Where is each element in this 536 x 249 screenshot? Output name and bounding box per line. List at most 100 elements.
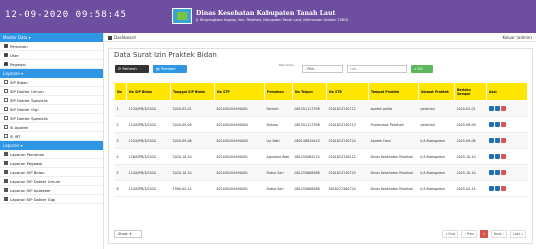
cell: 126/SIPB/3/2020 [126, 148, 171, 165]
col-header-no[interactable]: No [114, 82, 127, 101]
cell: 1990-04-14 [170, 180, 215, 197]
document-icon [4, 125, 8, 129]
delete-icon[interactable] [500, 106, 506, 111]
print-icon[interactable] [488, 122, 494, 127]
sidebar-item-label: Laporan SIP Bidan [10, 169, 45, 175]
sidebar-item-laporan-sip-dokter-gigi[interactable]: Laporan SIP Dokter Gigi [0, 195, 103, 204]
cell: 2020-03-01 [454, 100, 487, 117]
cell: 2020-10-10 [170, 164, 215, 181]
organization-logo-icon [172, 8, 192, 24]
sidebar-item-label: Laporan SIP Dokter Gigi [10, 196, 56, 202]
col-header-no-str[interactable]: No STR [326, 82, 369, 101]
pagination-prev[interactable]: ‹ Prev [461, 230, 477, 238]
search-input[interactable]: cari ... [347, 65, 407, 73]
logout-link[interactable]: Keluar (admin) [502, 34, 532, 41]
table-header-row: No No SIP Bidan Tanggal SIP Bidan No STP… [114, 82, 528, 101]
pagination-last[interactable]: Last » [510, 230, 526, 238]
print-icon[interactable] [488, 138, 494, 143]
sidebar-item-label: Laporan Pegawai [10, 160, 43, 166]
sidebar-item-label: SI Apotek [10, 124, 29, 130]
sidebar-item-label: Pemohon [10, 43, 28, 49]
sidebar: Master Data ▾ Pemohon User Pegawai Layan… [0, 33, 104, 249]
print-icon [4, 179, 8, 183]
cell: Faridah [264, 100, 293, 117]
col-header-pemohon[interactable]: Pemohon [264, 82, 293, 101]
refresh-button[interactable]: ⟳ Refresh [115, 65, 149, 73]
add-button[interactable]: ▤ Tambah [153, 65, 187, 73]
print-icon [4, 197, 8, 201]
cell: 4 [114, 148, 127, 165]
delete-icon[interactable] [500, 186, 506, 191]
document-icon [4, 98, 8, 102]
search-field-select[interactable]: - Pilih - [302, 65, 343, 73]
row-actions [486, 164, 528, 181]
print-icon [4, 170, 8, 174]
delete-icon[interactable] [500, 122, 506, 127]
cell: 621030204990005 [214, 132, 265, 149]
cell: Lia Wati [264, 132, 293, 149]
document-icon [4, 89, 8, 93]
col-header-tanggal-sip[interactable]: Tanggal SIP Bidan [170, 82, 215, 101]
print-icon[interactable] [488, 154, 494, 159]
edit-icon[interactable] [494, 106, 500, 111]
search-ok-button[interactable]: ⌕ OK [411, 65, 433, 73]
sidebar-item-si-irt[interactable]: SI IRT [0, 132, 103, 141]
pagination-current[interactable]: 1 [479, 230, 489, 238]
cell: 621030204990001 [214, 148, 265, 165]
cell: 5201823746112 [326, 148, 369, 165]
cell: pelaihari [418, 100, 455, 117]
breadcrumb: Dashboard Keluar (admin) [105, 33, 536, 42]
users-icon [4, 53, 8, 57]
sidebar-item-pegawai[interactable]: Pegawai [0, 60, 103, 69]
page-title: Data Surat Izin Praktek Bidan [114, 51, 217, 59]
cell: 124/SIPB/3/2020 [126, 164, 171, 181]
cell: Jl.A.Biwagalam [418, 164, 455, 181]
col-header-no-stp[interactable]: No STP [214, 82, 265, 101]
cell: Dinas Kesehatan Pelaihari [368, 164, 419, 181]
edit-icon[interactable] [494, 154, 500, 159]
sidebar-item-label: Laporan SIP Dokter Umum [10, 178, 61, 184]
edit-icon[interactable] [494, 138, 500, 143]
cell: 081351117398 [292, 116, 327, 133]
delete-icon[interactable] [500, 154, 506, 159]
cell: Jl.A.Biwagalam [418, 132, 455, 149]
row-actions [486, 148, 528, 165]
cell: 1 [114, 100, 127, 117]
cell: 123/SIPB/3/2020 [126, 100, 171, 117]
cell: 5201823740725 [326, 164, 369, 181]
col-header-berlaku-sampai[interactable]: Berlaku Sampai [454, 82, 487, 101]
col-header-alamat-praktek[interactable]: Alamat Praktek [418, 82, 455, 101]
pagination-next[interactable]: Next › [491, 230, 508, 238]
page-size-select[interactable]: -Show- ▾ [114, 230, 142, 238]
edit-icon[interactable] [494, 170, 500, 175]
document-icon [4, 116, 8, 120]
print-icon[interactable] [488, 170, 494, 175]
cell: 2020-09-08 [170, 132, 215, 149]
breadcrumb-dashboard[interactable]: Dashboard [114, 34, 136, 41]
delete-icon[interactable] [500, 170, 506, 175]
table-row: 4 126/SIPB/3/2020 2020-10-10 62103020499… [114, 148, 528, 165]
print-icon[interactable] [488, 106, 494, 111]
sidebar-item-label: User [10, 52, 19, 58]
col-header-no-sip[interactable]: No SIP Bidan [126, 82, 171, 101]
edit-icon[interactable] [494, 186, 500, 191]
cell: 082148619443 [292, 132, 327, 149]
pagination-first[interactable]: « First [442, 230, 459, 238]
col-header-tempat-praktek[interactable]: Tempat Praktek [368, 82, 419, 101]
sidebar-item-label: SIP Dokter Gigi [10, 106, 39, 112]
cell: 2 [114, 116, 127, 133]
col-header-no-telpon[interactable]: No Telpon [292, 82, 327, 101]
cell: 081255064174 [292, 148, 327, 165]
cell: 2025-09-08 [454, 132, 487, 149]
cell: 2020-10-10 [170, 148, 215, 165]
print-icon[interactable] [488, 186, 494, 191]
row-actions [486, 132, 528, 149]
row-actions [486, 100, 528, 117]
organization-address: Jl. Bhayangkara Angsau, Kec. Pelaihari, … [196, 18, 349, 22]
edit-icon[interactable] [494, 122, 500, 127]
print-icon [4, 188, 8, 192]
table-row: 5 124/SIPB/3/2020 2020-10-10 62103020499… [114, 164, 528, 181]
delete-icon[interactable] [500, 138, 506, 143]
cell: 5201823740712 [326, 100, 369, 117]
employee-icon [4, 62, 8, 66]
